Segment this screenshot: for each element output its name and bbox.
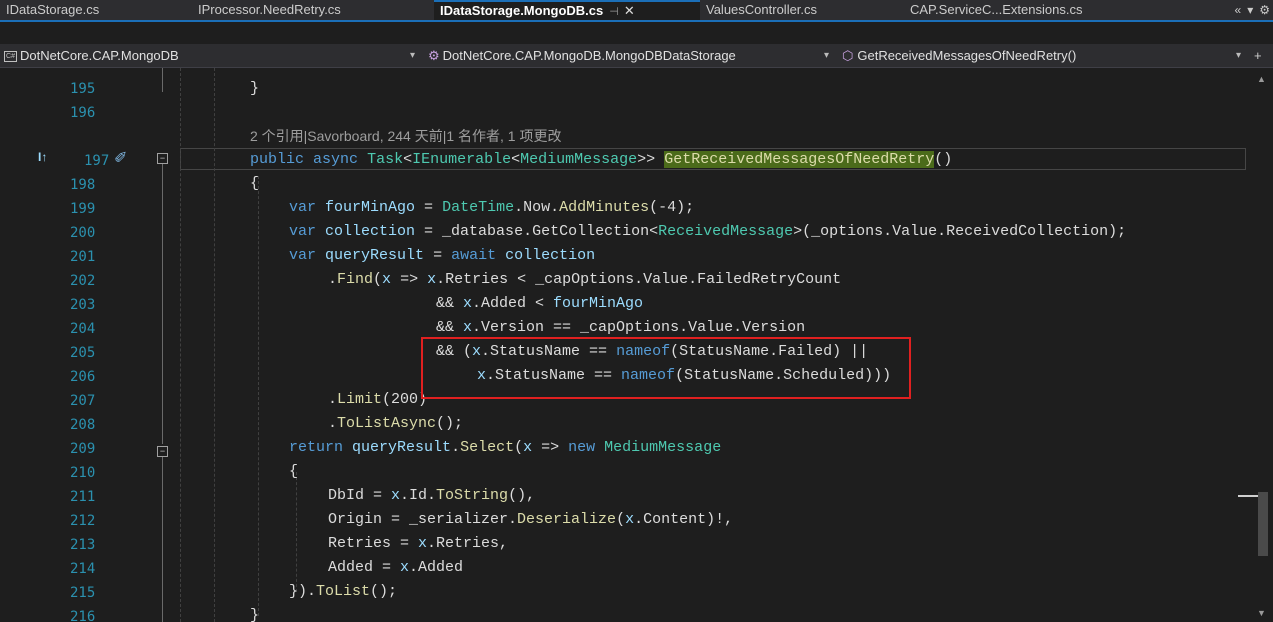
pin-icon[interactable]: ⊣ — [609, 6, 619, 18]
code-line: Origin = _serializer.Deserialize(x.Conte… — [328, 511, 734, 528]
class-icon: ⚙ — [428, 48, 440, 63]
line-number: 213 — [70, 537, 96, 553]
code-line: var collection = _database.GetCollection… — [289, 223, 1127, 240]
tab-label: ValuesController.cs — [706, 2, 818, 17]
project-dropdown-arrow-icon[interactable]: ▾ — [410, 44, 422, 67]
line-number: 210 — [70, 465, 96, 481]
class-dropdown-arrow-icon[interactable]: ▾ — [824, 44, 836, 67]
line-number: 206 — [70, 369, 96, 385]
tab-overflow-icon[interactable]: « — [1235, 0, 1242, 20]
scroll-up-icon[interactable]: ▲ — [1257, 74, 1266, 84]
close-icon[interactable]: ✕ — [624, 3, 635, 18]
vertical-scrollbar[interactable]: ▲ ▼ — [1238, 68, 1273, 622]
code-line: { — [289, 463, 299, 480]
code-editor[interactable]: − − I↑ ✐ }); 195 196 197 198 199 200 201… — [0, 68, 1273, 622]
indent-guide — [296, 472, 297, 592]
indent-guide — [258, 176, 259, 616]
line-number: 198 — [70, 177, 96, 193]
line-number: 196 — [70, 105, 96, 121]
code-line: } — [250, 80, 260, 97]
project-name: DotNetCore.CAP.MongoDB — [20, 48, 179, 63]
line-number: 212 — [70, 513, 96, 529]
settings-icon[interactable]: ⚙ — [1259, 0, 1270, 20]
line-number: 200 — [70, 225, 96, 241]
codelens-info[interactable]: 2 个引用|Savorboard, 244 天前|1 名作者, 1 项更改 — [250, 124, 562, 148]
line-number: 215 — [70, 585, 96, 601]
implementation-icon[interactable]: I↑ — [38, 150, 47, 164]
tab-label: IProcessor.NeedRetry.cs — [198, 2, 341, 17]
annotation-highlight-box — [421, 337, 911, 399]
code-line: .Limit(200) — [328, 391, 428, 408]
line-number: 211 — [70, 489, 96, 505]
line-number: 199 — [70, 201, 96, 217]
line-number: 204 — [70, 321, 96, 337]
tab-label: IDataStorage.cs — [6, 2, 100, 17]
scrollbar-thumb[interactable] — [1258, 492, 1268, 556]
class-name: DotNetCore.CAP.MongoDB.MongoDBDataStorag… — [442, 48, 736, 63]
code-line: }).ToList(); — [289, 583, 398, 600]
code-line: .Find(x => x.Retries < _capOptions.Value… — [328, 271, 842, 288]
tab-label: IDataStorage.MongoDB.cs — [440, 3, 604, 18]
tab-idatastorage-mongodb[interactable]: IDataStorage.MongoDB.cs ⊣ ✕ — [434, 0, 700, 20]
tab-bar-tools: «▾ ⚙ — [1227, 0, 1273, 20]
code-line: }); — [290, 68, 317, 74]
method-icon: ⬡ — [842, 48, 854, 63]
line-number: 208 — [70, 417, 96, 433]
navigation-bar: C# DotNetCore.CAP.MongoDB ▾ ⚙ DotNetCore.C… — [0, 44, 1273, 68]
line-number: 201 — [70, 249, 96, 265]
class-dropdown[interactable]: ⚙ DotNetCore.CAP.MongoDB.MongoDBDataStora… — [428, 44, 828, 67]
document-tab-bar: IDataStorage.cs IProcessor.NeedRetry.cs … — [0, 0, 1273, 22]
code-line: public async Task<IEnumerable<MediumMess… — [250, 151, 953, 168]
code-line: { — [250, 175, 260, 192]
scroll-down-icon[interactable]: ▼ — [1257, 608, 1266, 618]
fold-line — [162, 164, 163, 444]
tab-valuescontroller[interactable]: ValuesController.cs — [700, 0, 900, 20]
member-dropdown-arrow-icon[interactable]: ▾ — [1236, 44, 1248, 67]
tab-iprocessor-needretry[interactable]: IProcessor.NeedRetry.cs — [192, 0, 432, 20]
indent-guide — [214, 68, 215, 622]
line-number: 197 — [84, 153, 110, 169]
tab-label: CAP.ServiceC...Extensions.cs — [910, 2, 1083, 17]
line-number: 205 — [70, 345, 96, 361]
tab-list-dropdown-icon[interactable]: ▾ — [1247, 0, 1253, 20]
indent-guide — [180, 68, 181, 622]
fold-line — [162, 457, 163, 622]
member-name: GetReceivedMessagesOfNeedRetry() — [857, 48, 1077, 63]
line-number: 209 — [70, 441, 96, 457]
line-number: 214 — [70, 561, 96, 577]
code-line: } — [250, 607, 260, 622]
tab-cap-servicecollection-extensions[interactable]: CAP.ServiceC...Extensions.cs — [904, 0, 1170, 20]
method-name-highlight: GetReceivedMessagesOfNeedRetry — [664, 151, 935, 168]
collapse-icon[interactable]: − — [157, 153, 168, 164]
code-line: var queryResult = await collection — [289, 247, 596, 264]
csharp-project-icon: C# — [4, 51, 17, 63]
code-line: && x.Added < fourMinAgo — [436, 295, 644, 312]
line-number: 216 — [70, 609, 96, 622]
line-number: 195 — [70, 81, 96, 97]
project-dropdown[interactable]: C# DotNetCore.CAP.MongoDB — [0, 44, 424, 67]
fold-line — [162, 68, 163, 92]
code-line: var fourMinAgo = DateTime.Now.AddMinutes… — [289, 199, 695, 216]
code-line: return queryResult.Select(x => new Mediu… — [289, 439, 722, 456]
line-number: 202 — [70, 273, 96, 289]
tab-idatastorage[interactable]: IDataStorage.cs — [0, 0, 190, 20]
code-line: DbId = x.Id.ToString(), — [328, 487, 536, 504]
code-line: .ToListAsync(); — [328, 415, 464, 432]
line-number: 203 — [70, 297, 96, 313]
code-line: Added = x.Added — [328, 559, 464, 576]
member-dropdown[interactable]: ⬡ GetReceivedMessagesOfNeedRetry() — [842, 44, 1232, 67]
collapse-icon[interactable]: − — [157, 446, 168, 457]
split-editor-icon[interactable]: + — [1254, 44, 1268, 67]
line-number: 207 — [70, 393, 96, 409]
code-line: Retries = x.Retries, — [328, 535, 509, 552]
